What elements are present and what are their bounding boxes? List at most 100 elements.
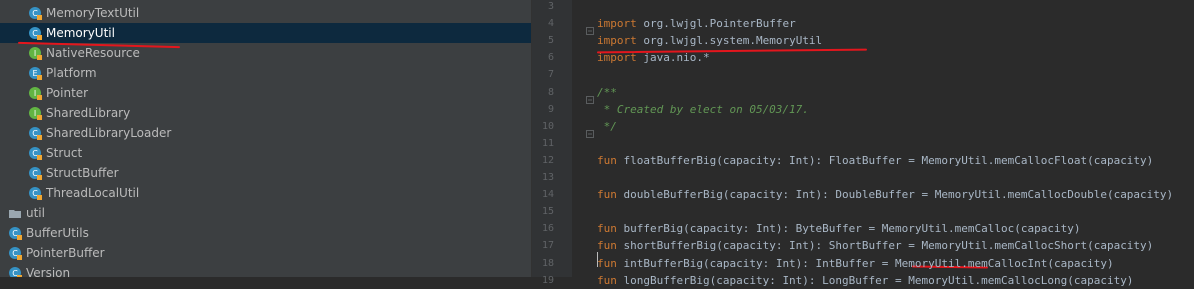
fold-marker-icon[interactable] <box>586 20 594 36</box>
tree-item-label: util <box>26 206 45 220</box>
code-text: shortBufferBig(capacity: Int): ShortBuff… <box>616 239 1154 253</box>
package-icon <box>8 206 22 220</box>
line-number: 19 <box>541 274 554 286</box>
tree-item-threadlocalutil[interactable]: C ThreadLocalUtil <box>0 183 531 203</box>
code-keyword: import <box>597 17 637 31</box>
code-line[interactable]: fun bufferBig(capacity: Int): ByteBuffer… <box>597 220 1080 237</box>
tree-item-label: MemoryUtil <box>46 26 115 40</box>
tree-item-label: ThreadLocalUtil <box>46 186 140 200</box>
tree-item-pointerbuffer[interactable]: C PointerBuffer <box>0 243 531 263</box>
code-comment: * Created by elect on 05/03/17. <box>597 102 809 116</box>
tree-item-version[interactable]: C Version <box>0 263 531 277</box>
line-number: 5 <box>547 35 554 47</box>
tree-item-label: BufferUtils <box>26 226 89 240</box>
tree-item-label: Pointer <box>46 86 89 100</box>
code-text: org.lwjgl.system.MemoryUtil <box>636 34 823 48</box>
tree-item-bufferutils[interactable]: C BufferUtils <box>0 223 531 243</box>
tree-item-memorytextutil[interactable]: C MemoryTextUtil <box>0 3 531 23</box>
line-number: 16 <box>541 223 554 235</box>
tree-item-label: StructBuffer <box>46 166 119 180</box>
line-number: 14 <box>541 189 554 201</box>
code-line[interactable]: fun doubleBufferBig(capacity: Int): Doub… <box>597 186 1173 203</box>
svg-text:I: I <box>34 49 36 58</box>
tree-item-label: Struct <box>46 146 83 160</box>
kotlin-class-icon: C <box>28 146 42 160</box>
code-line[interactable]: import org.lwjgl.PointerBuffer <box>597 15 796 32</box>
line-number: 18 <box>541 257 554 269</box>
enum-icon: E <box>28 66 42 80</box>
svg-text:I: I <box>34 109 36 118</box>
line-number: 7 <box>547 69 554 81</box>
code-keyword: fun <box>597 188 617 202</box>
code-text: bufferBig(capacity: Int): ByteBuffer = M… <box>616 222 1081 236</box>
kotlin-class-icon: C <box>8 246 22 260</box>
line-number: 9 <box>547 103 554 115</box>
code-line[interactable]: * Created by elect on 05/03/17. <box>597 101 809 118</box>
code-line[interactable]: fun shortBufferBig(capacity: Int): Short… <box>597 237 1153 254</box>
code-keyword: fun <box>597 256 617 270</box>
line-number: 3 <box>547 1 554 12</box>
kotlin-class-icon: C <box>28 166 42 180</box>
code-line[interactable]: */ <box>597 118 617 135</box>
tree-item-nativeresource[interactable]: I NativeResource <box>0 43 531 63</box>
code-keyword: fun <box>597 273 617 287</box>
code-keyword: import <box>597 34 637 48</box>
tree-item-label: Platform <box>46 66 97 80</box>
tree-item-label: PointerBuffer <box>26 246 105 260</box>
code-text: intBufferBig(capacity: Int): IntBuffer =… <box>616 256 1114 270</box>
tree-item-structbuffer[interactable]: C StructBuffer <box>0 163 531 183</box>
tree-item-sharedlibrary[interactable]: I SharedLibrary <box>0 103 531 123</box>
code-keyword: import <box>597 51 637 65</box>
code-text: longBufferBig(capacity: Int): LongBuffer… <box>616 273 1134 287</box>
code-comment: */ <box>597 119 617 133</box>
tree-item-label: SharedLibrary <box>46 106 131 120</box>
kotlin-class-icon: C <box>28 126 42 140</box>
line-number: 11 <box>541 137 554 149</box>
code-text: floatBufferBig(capacity: Int): FloatBuff… <box>616 153 1154 167</box>
kotlin-class-icon: C <box>28 6 42 20</box>
tree-item-memoryutil[interactable]: C MemoryUtil <box>0 23 531 43</box>
tree-item-sharedlibraryloader[interactable]: C SharedLibraryLoader <box>0 123 531 143</box>
kotlin-class-icon: C <box>28 26 42 40</box>
tree-item-label: Version <box>26 266 71 277</box>
tree-item-pointer[interactable]: I Pointer <box>0 83 531 103</box>
tree-item-util[interactable]: util <box>0 203 531 223</box>
code-comment: /** <box>597 85 617 99</box>
line-number: 15 <box>541 206 554 218</box>
interface-icon: I <box>28 46 42 60</box>
code-line[interactable]: import java.nio.* <box>597 49 710 66</box>
svg-text:I: I <box>34 89 36 98</box>
line-number: 4 <box>547 18 554 30</box>
code-text: doubleBufferBig(capacity: Int): DoubleBu… <box>616 188 1174 202</box>
line-number: 13 <box>541 172 554 183</box>
line-number: 17 <box>541 240 554 252</box>
code-keyword: fun <box>597 222 617 236</box>
code-line[interactable]: fun longBufferBig(capacity: Int): LongBu… <box>597 272 1133 289</box>
line-number: 6 <box>547 52 554 64</box>
interface-icon: I <box>28 86 42 100</box>
interface-icon: I <box>28 106 42 120</box>
line-number: 12 <box>541 154 554 166</box>
kotlin-class-icon: C <box>8 226 22 240</box>
svg-text:E: E <box>32 69 37 78</box>
tree-item-label: SharedLibraryLoader <box>46 126 172 140</box>
fold-marker-icon[interactable] <box>586 89 594 104</box>
project-tree-panel: C MemoryTextUtil C MemoryUtil I NativeResourc… <box>0 0 531 277</box>
code-line[interactable]: fun intBufferBig(capacity: Int): IntBuff… <box>597 255 1114 272</box>
code-line[interactable]: /** <box>597 84 617 101</box>
tree-item-platform[interactable]: E Platform <box>0 63 531 83</box>
code-keyword: fun <box>597 153 617 167</box>
code-line[interactable]: fun floatBufferBig(capacity: Int): Float… <box>597 152 1153 169</box>
kotlin-class-icon: C <box>8 266 22 277</box>
kotlin-class-icon: C <box>28 186 42 200</box>
tree-item-label: MemoryTextUtil <box>46 6 140 20</box>
tree-item-label: NativeResource <box>46 46 140 60</box>
code-line[interactable]: import org.lwjgl.system.MemoryUtil <box>597 32 822 49</box>
fold-marker-icon[interactable] <box>586 123 594 138</box>
line-number: 10 <box>541 120 554 132</box>
code-text: java.nio.* <box>636 51 710 65</box>
code-keyword: fun <box>597 239 617 253</box>
code-text: org.lwjgl.PointerBuffer <box>636 17 796 31</box>
line-number: 8 <box>547 86 554 98</box>
tree-item-struct[interactable]: C Struct <box>0 143 531 163</box>
